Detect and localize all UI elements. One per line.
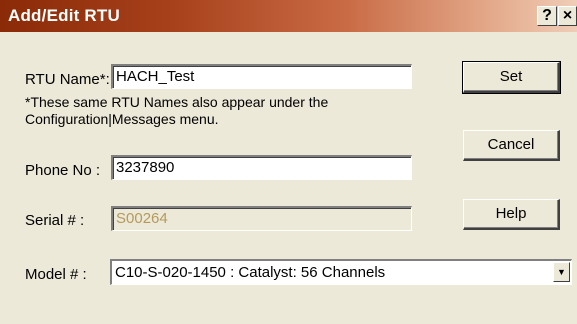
- set-button[interactable]: Set: [462, 61, 561, 94]
- model-label: Model # :: [25, 266, 87, 283]
- help-button[interactable]: Help: [463, 199, 560, 230]
- cancel-button[interactable]: Cancel: [463, 130, 560, 161]
- add-edit-rtu-dialog: Add/Edit RTU ? × RTU Name*: HACH_Test *T…: [0, 0, 577, 324]
- phone-label: Phone No :: [25, 162, 101, 179]
- rtu-name-note: *These same RTU Names also appear under …: [25, 94, 328, 128]
- phone-input[interactable]: 3237890: [111, 155, 412, 180]
- chevron-down-icon[interactable]: ▼: [553, 262, 570, 282]
- model-select-value: C10-S-020-1450 : Catalyst: 56 Channels: [115, 264, 386, 281]
- serial-input: S00264: [111, 206, 412, 231]
- help-titlebar-button[interactable]: ?: [537, 6, 557, 26]
- close-button[interactable]: ×: [558, 6, 577, 26]
- title-bar[interactable]: Add/Edit RTU ? ×: [0, 0, 577, 32]
- serial-label: Serial # :: [25, 212, 85, 229]
- note-line-2: Configuration|Messages menu.: [25, 111, 219, 127]
- rtu-name-label: RTU Name*:: [25, 71, 110, 88]
- window-title: Add/Edit RTU: [8, 6, 120, 25]
- note-line-1: *These same RTU Names also appear under …: [25, 94, 329, 110]
- rtu-name-input[interactable]: HACH_Test: [111, 64, 412, 89]
- model-select[interactable]: C10-S-020-1450 : Catalyst: 56 Channels ▼: [110, 259, 572, 285]
